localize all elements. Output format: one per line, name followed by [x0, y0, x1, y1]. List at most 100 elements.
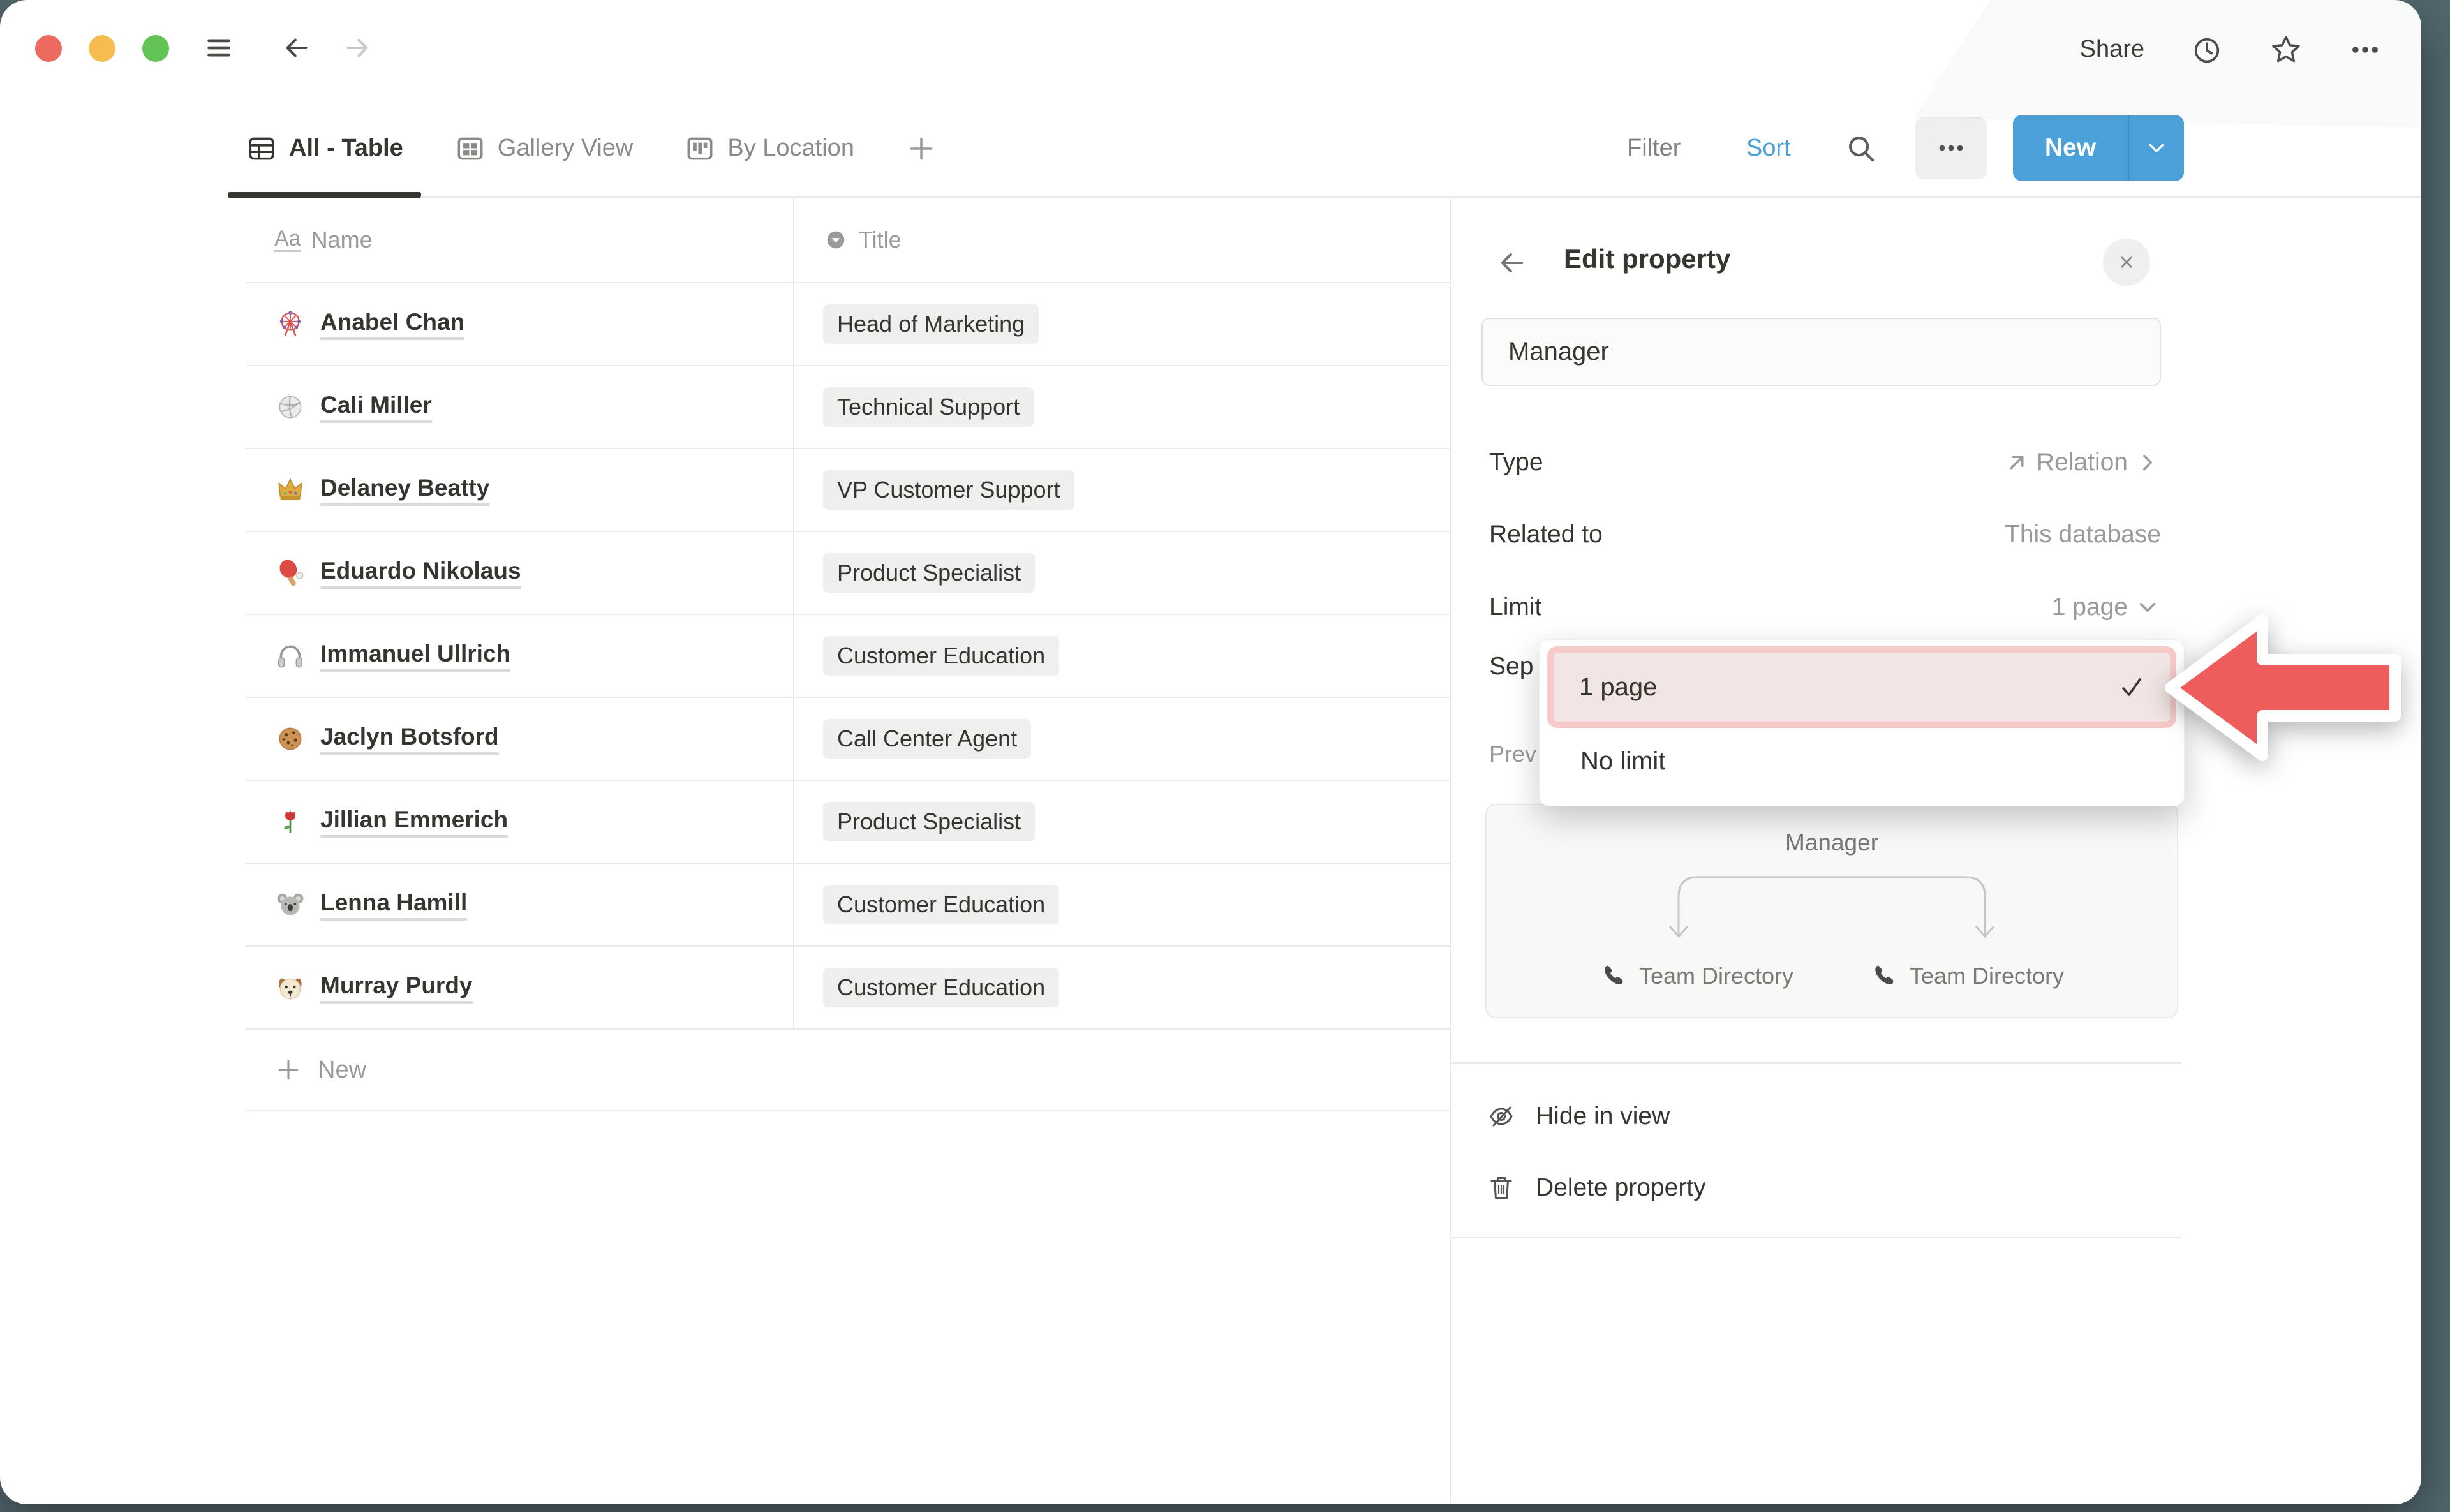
- title-cell[interactable]: Technical Support: [794, 366, 1450, 448]
- table-row[interactable]: Lenna Hamill Customer Education: [246, 864, 1450, 947]
- relation-bracket: [1653, 868, 2010, 938]
- table-view-icon: [246, 133, 278, 165]
- name-cell[interactable]: Murray Purdy: [246, 947, 794, 1028]
- back-arrow-icon[interactable]: [281, 32, 313, 64]
- property-value-text: This database: [2005, 521, 2161, 549]
- minimize-window-button[interactable]: [89, 35, 115, 62]
- back-arrow-icon[interactable]: [1496, 246, 1529, 279]
- name-cell[interactable]: Anabel Chan: [246, 283, 794, 365]
- new-row-label: New: [318, 1056, 366, 1084]
- table-row[interactable]: Cali Miller Technical Support: [246, 366, 1450, 449]
- new-row-button[interactable]: New: [246, 1030, 1450, 1111]
- star-icon[interactable]: [2269, 33, 2303, 66]
- property-value[interactable]: Relation: [2003, 448, 2161, 477]
- ellipsis-icon[interactable]: [2349, 33, 2382, 66]
- title-cell[interactable]: VP Customer Support: [794, 449, 1450, 531]
- view-tab-bar: All - Table Gallery View By Location Filte…: [0, 99, 2421, 198]
- title-cell[interactable]: Product Specialist: [794, 532, 1450, 614]
- close-window-button[interactable]: [35, 35, 62, 62]
- property-row-related-to[interactable]: Related toThis database: [1489, 507, 2161, 562]
- title-tag: Customer Education: [823, 636, 1059, 676]
- add-view-button[interactable]: [905, 133, 937, 165]
- person-name-link[interactable]: Cali Miller: [320, 392, 432, 423]
- view-tab-label: By Location: [727, 135, 854, 162]
- title-cell[interactable]: Customer Education: [794, 615, 1450, 697]
- filter-button[interactable]: Filter: [1627, 99, 1681, 198]
- hide-in-view-button[interactable]: Hide in view: [1486, 1086, 2161, 1146]
- new-button[interactable]: New: [2013, 115, 2184, 181]
- property-row-type[interactable]: TypeRelation: [1489, 435, 2161, 490]
- title-cell[interactable]: Customer Education: [794, 947, 1450, 1028]
- search-icon[interactable]: [1844, 99, 1878, 198]
- table-row[interactable]: Eduardo Nikolaus Product Specialist: [246, 532, 1450, 615]
- preview-target-database: Team Directory: [1600, 962, 1793, 990]
- column-header-name[interactable]: Aa Name: [246, 198, 794, 282]
- person-name-link[interactable]: Jaclyn Botsford: [320, 723, 499, 755]
- person-name-link[interactable]: Delaney Beatty: [320, 475, 489, 506]
- person-name-link[interactable]: Immanuel Ullrich: [320, 641, 510, 672]
- person-name-link[interactable]: Eduardo Nikolaus: [320, 558, 521, 589]
- person-name-link[interactable]: Anabel Chan: [320, 309, 464, 340]
- cookie-icon: [274, 723, 306, 755]
- table-row[interactable]: Immanuel Ullrich Customer Education: [246, 615, 1450, 698]
- property-label: Limit: [1489, 593, 1541, 621]
- table-header-row: Aa Name Title: [246, 198, 1450, 283]
- title-tag: Product Specialist: [823, 553, 1035, 593]
- name-cell[interactable]: Jillian Emmerich: [246, 781, 794, 863]
- limit-dropdown-menu: 1 pageNo limit: [1539, 639, 2185, 806]
- name-cell[interactable]: Immanuel Ullrich: [246, 615, 794, 697]
- app-window: Share All - Table Gallery View By Location…: [0, 0, 2421, 1504]
- preview-target-label: Team Directory: [1910, 963, 2064, 989]
- sort-button[interactable]: Sort: [1746, 99, 1791, 198]
- person-name-link[interactable]: Jillian Emmerich: [320, 806, 508, 838]
- arrow-up-right-icon: [2003, 449, 2030, 476]
- chevron-down-icon: [2134, 594, 2161, 621]
- trash-icon: [1486, 1173, 1517, 1203]
- share-button[interactable]: Share: [2080, 36, 2144, 63]
- title-tag: Customer Education: [823, 885, 1059, 924]
- table-row[interactable]: Jillian Emmerich Product Specialist: [246, 781, 1450, 864]
- zoom-window-button[interactable]: [142, 35, 169, 62]
- table-row[interactable]: Murray Purdy Customer Education: [246, 947, 1450, 1030]
- hamburger-menu-icon[interactable]: [203, 32, 235, 64]
- delete-property-button[interactable]: Delete property: [1486, 1157, 2161, 1218]
- dropdown-option-1-page[interactable]: 1 page: [1547, 646, 2176, 728]
- title-tag: Head of Marketing: [823, 304, 1039, 344]
- view-tab-by-location[interactable]: By Location: [684, 99, 854, 198]
- view-options-button[interactable]: [1915, 117, 1987, 179]
- divider: [1451, 1062, 2181, 1064]
- new-dropdown-button[interactable]: [2128, 115, 2184, 181]
- ferris-wheel-icon: [274, 308, 306, 340]
- person-name-link[interactable]: Lenna Hamill: [320, 889, 467, 921]
- table-row[interactable]: Jaclyn Botsford Call Center Agent: [246, 698, 1450, 781]
- view-tab-gallery-view[interactable]: Gallery View: [454, 99, 634, 198]
- close-panel-button[interactable]: [2103, 239, 2150, 286]
- view-tab-all-table[interactable]: All - Table: [246, 99, 403, 198]
- new-button-label[interactable]: New: [2013, 115, 2128, 181]
- table-row[interactable]: Delaney Beatty VP Customer Support: [246, 449, 1450, 532]
- plus-icon: [274, 1056, 302, 1084]
- property-row-limit[interactable]: Limit 1 page: [1489, 580, 2161, 635]
- table-row[interactable]: Anabel Chan Head of Marketing: [246, 283, 1450, 366]
- dropdown-option-no-limit[interactable]: No limit: [1547, 728, 2176, 794]
- name-cell[interactable]: Jaclyn Botsford: [246, 698, 794, 780]
- person-name-link[interactable]: Murray Purdy: [320, 972, 473, 1004]
- name-cell[interactable]: Eduardo Nikolaus: [246, 532, 794, 614]
- title-cell[interactable]: Product Specialist: [794, 781, 1450, 863]
- name-cell[interactable]: Delaney Beatty: [246, 449, 794, 531]
- name-cell[interactable]: Cali Miller: [246, 366, 794, 448]
- name-cell[interactable]: Lenna Hamill: [246, 864, 794, 945]
- panel-title: Edit property: [1564, 244, 1730, 274]
- rose-icon: [274, 806, 306, 838]
- clock-icon[interactable]: [2190, 33, 2224, 66]
- property-value[interactable]: This database: [2005, 521, 2161, 549]
- title-cell[interactable]: Customer Education: [794, 864, 1450, 945]
- annotation-arrow-left: [2162, 601, 2404, 775]
- titlebar: Share: [0, 0, 2421, 99]
- desktop-background: Share All - Table Gallery View By Location…: [0, 0, 2450, 1512]
- title-cell[interactable]: Call Center Agent: [794, 698, 1450, 780]
- column-header-title[interactable]: Title: [794, 198, 1450, 282]
- title-cell[interactable]: Head of Marketing: [794, 283, 1450, 365]
- property-value[interactable]: 1 page: [2052, 593, 2161, 621]
- property-name-input[interactable]: [1481, 318, 2161, 386]
